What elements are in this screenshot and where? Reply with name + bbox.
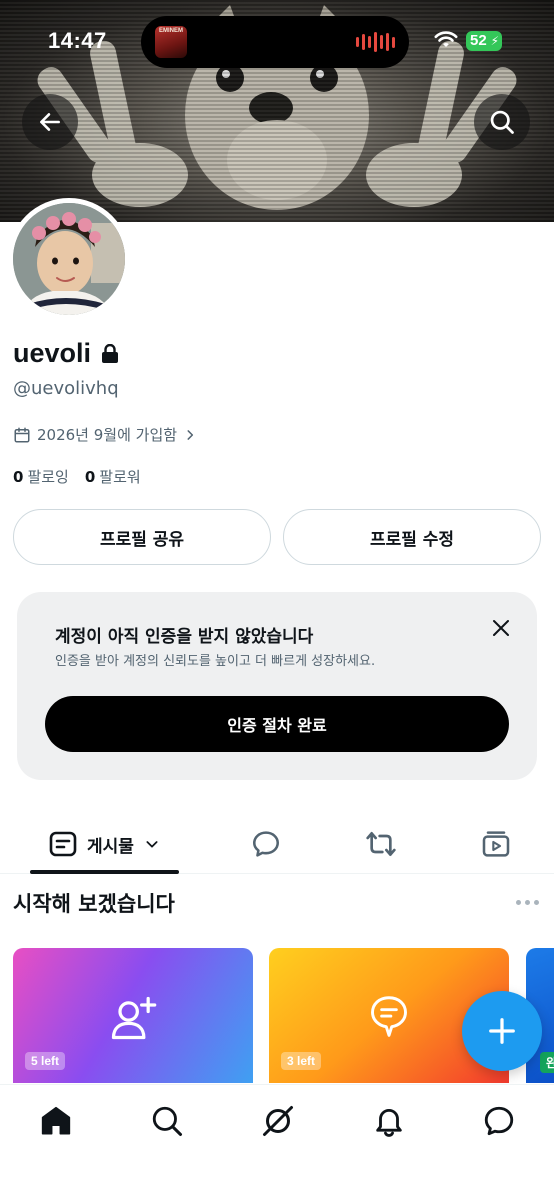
nav-home[interactable]	[34, 1099, 78, 1143]
share-profile-button[interactable]: 프로필 공유	[13, 509, 271, 565]
back-button[interactable]	[22, 94, 78, 150]
card-remaining-badge: 3 left	[281, 1052, 322, 1070]
search-icon	[152, 1106, 183, 1137]
tab-replies[interactable]	[240, 814, 292, 874]
follow-stats: 0 팔로잉 0 팔로워	[13, 466, 141, 487]
dynamic-island[interactable]: EMINEM	[141, 16, 409, 68]
verification-subtitle: 인증을 받아 계정의 신뢰도를 높이고 더 빠르게 성장하세요.	[55, 654, 376, 669]
username-handle: @uevolivhq	[13, 378, 119, 399]
nav-grok[interactable]	[256, 1099, 300, 1143]
chevron-down-icon	[146, 841, 158, 848]
join-date[interactable]: 2026년 9월에 가입함	[13, 424, 197, 445]
charging-bolt-icon: ⚡	[490, 34, 499, 48]
nav-explore[interactable]	[145, 1099, 189, 1143]
status-bar: 14:47 EMINEM 52 ⚡	[0, 0, 554, 80]
chevron-right-icon	[187, 429, 194, 440]
followers-link[interactable]: 0 팔로워	[85, 466, 141, 487]
avatar[interactable]	[8, 198, 130, 320]
posts-icon	[49, 831, 77, 857]
audio-waveform-icon	[356, 32, 395, 52]
message-bubble-icon	[484, 1106, 514, 1136]
status-time: 14:47	[48, 28, 107, 53]
add-user-icon	[111, 996, 157, 1040]
join-date-text: 2026년 9월에 가입함	[37, 426, 178, 444]
card-complete-badge: 완	[540, 1052, 554, 1073]
plus-icon	[489, 1018, 515, 1044]
complete-verification-button[interactable]: 인증 절차 완료	[45, 696, 509, 752]
onboarding-title: 시작해 보겠습니다	[13, 892, 175, 916]
search-icon	[490, 110, 514, 134]
wifi-icon	[434, 31, 458, 47]
card-remaining-badge: 5 left	[25, 1052, 66, 1070]
tab-posts-label: 게시물	[87, 836, 134, 857]
home-icon	[41, 1106, 71, 1135]
verification-title: 계정이 아직 인증을 받지 않았습니다	[55, 627, 314, 647]
grok-icon	[263, 1106, 293, 1136]
bell-icon	[376, 1109, 402, 1137]
following-link[interactable]: 0 팔로잉	[13, 466, 69, 487]
back-arrow-icon	[40, 113, 60, 131]
calendar-icon	[14, 427, 30, 442]
reply-bubble-icon	[253, 831, 279, 857]
profile-tabs: 게시물	[0, 814, 554, 874]
active-tab-indicator	[30, 870, 179, 874]
repost-icon	[366, 832, 396, 856]
compose-fab-button[interactable]	[462, 991, 542, 1071]
verification-card: 계정이 아직 인증을 받지 않았습니다 인증을 받아 계정의 신뢰도를 높이고 …	[17, 592, 537, 780]
search-button[interactable]	[474, 94, 530, 150]
tab-posts[interactable]: 게시물	[30, 814, 179, 874]
now-playing-artwork: EMINEM	[155, 26, 187, 58]
nav-messages[interactable]	[477, 1099, 521, 1143]
edit-profile-button[interactable]: 프로필 수정	[283, 509, 541, 565]
tab-reposts[interactable]	[355, 814, 407, 874]
close-icon[interactable]	[489, 616, 513, 640]
display-name: uevoli	[13, 338, 92, 368]
tab-media[interactable]	[470, 814, 522, 874]
onboarding-card-follow[interactable]: 5 left	[13, 948, 253, 1083]
video-media-icon	[482, 831, 510, 857]
nav-notifications[interactable]	[367, 1099, 411, 1143]
battery-indicator: 52 ⚡	[466, 31, 502, 51]
more-options-icon[interactable]	[516, 900, 539, 905]
compose-bubble-icon	[371, 996, 407, 1037]
lock-icon	[102, 343, 119, 363]
avatar-photo	[13, 203, 125, 315]
bottom-navigation	[0, 1084, 554, 1200]
